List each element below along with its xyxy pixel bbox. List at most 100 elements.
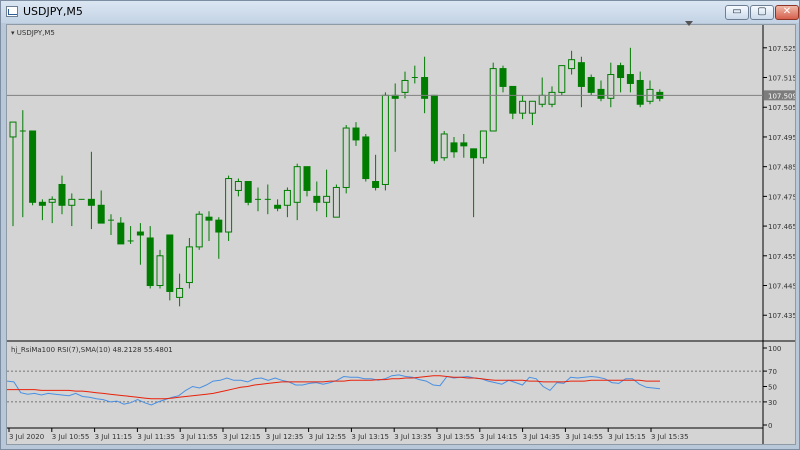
rsi-tick-label: 100 bbox=[768, 345, 781, 353]
time-tick-label: 3 Jul 15:15 bbox=[608, 433, 646, 441]
candle-down bbox=[146, 237, 154, 287]
candle-down bbox=[244, 181, 252, 203]
candle-down bbox=[205, 216, 213, 221]
candle-up bbox=[156, 255, 164, 287]
time-tick-label: 3 Jul 11:55 bbox=[180, 433, 218, 441]
price-chart-svg[interactable]: ▾ USDJPY,M5 hj_RsiMa100 RSI(7),SMA(10) 4… bbox=[7, 25, 795, 444]
candle-down bbox=[87, 198, 95, 206]
time-tick-label: 3 Jul 15:35 bbox=[651, 433, 689, 441]
time-tick-label: 3 Jul 11:15 bbox=[95, 433, 133, 441]
price-tick-label: 107.465 bbox=[768, 223, 795, 231]
candle-down bbox=[617, 65, 625, 79]
rsi-series-line bbox=[7, 375, 660, 400]
price-tick-label: 107.525 bbox=[768, 45, 795, 53]
candle-down bbox=[117, 222, 125, 245]
rsi-tick-label: 30 bbox=[768, 399, 777, 407]
chart-symbol-label: ▾ USDJPY,M5 bbox=[11, 29, 55, 37]
rsi-series-line bbox=[7, 374, 661, 406]
candle-up bbox=[519, 100, 527, 114]
candle-down bbox=[450, 142, 458, 153]
chart-area[interactable]: ▾ USDJPY,M5 hj_RsiMa100 RSI(7),SMA(10) 4… bbox=[6, 24, 796, 445]
time-tick-label: 3 Jul 14:55 bbox=[565, 433, 603, 441]
candle-down bbox=[97, 204, 105, 224]
candle-up bbox=[489, 68, 497, 132]
candle-up bbox=[538, 94, 546, 105]
candle-up bbox=[48, 198, 56, 203]
time-axis-labels: 3 Jul 2020 3 Jul 10:55 3 Jul 11:15 3 Jul 11… bbox=[8, 428, 689, 441]
candle-up bbox=[9, 121, 17, 138]
candle-down bbox=[166, 234, 174, 292]
window-title: USDJPY,M5 bbox=[23, 5, 83, 18]
candle-up bbox=[293, 166, 301, 203]
current-price-label: 107.509 bbox=[768, 92, 795, 100]
candle-down bbox=[215, 219, 223, 233]
symbol-text: USDJPY,M5 bbox=[17, 29, 55, 37]
candle-up bbox=[234, 181, 242, 191]
candle-down bbox=[597, 88, 605, 99]
time-tick-label: 3 Jul 13:15 bbox=[351, 433, 389, 441]
candle-down bbox=[372, 181, 380, 188]
candle-up bbox=[225, 178, 233, 233]
candle-down bbox=[499, 68, 507, 87]
price-tick-label: 107.495 bbox=[768, 134, 795, 142]
rsi-tick-label: 0 bbox=[768, 422, 772, 430]
price-tick-label: 107.475 bbox=[768, 193, 795, 201]
candle-up bbox=[342, 127, 350, 188]
rsi-tick-label: 70 bbox=[768, 368, 777, 376]
candle-up bbox=[568, 59, 576, 70]
chart-shift-marker-icon[interactable] bbox=[685, 21, 693, 26]
minimize-button[interactable]: ▭ bbox=[725, 5, 749, 20]
time-tick-label: 3 Jul 13:35 bbox=[394, 433, 432, 441]
candle-up bbox=[195, 213, 203, 248]
candle-up bbox=[176, 287, 184, 298]
time-tick-label: 3 Jul 12:55 bbox=[309, 433, 347, 441]
candle-down bbox=[460, 142, 468, 147]
candle-down bbox=[430, 94, 438, 162]
candle-up bbox=[323, 195, 331, 203]
time-tick-label: 3 Jul 14:35 bbox=[523, 433, 561, 441]
candle-down bbox=[352, 127, 360, 141]
price-tick-label: 107.515 bbox=[768, 75, 795, 83]
time-tick-label: 3 Jul 10:55 bbox=[52, 433, 90, 441]
candle-down bbox=[470, 148, 478, 159]
time-tick-label: 3 Jul 12:35 bbox=[266, 433, 304, 441]
candle-up bbox=[548, 91, 556, 105]
price-tick-label: 107.445 bbox=[768, 283, 795, 291]
candle-down bbox=[587, 77, 595, 93]
chart-window-icon bbox=[6, 6, 18, 17]
candle-up bbox=[332, 186, 340, 218]
time-tick-label: 3 Jul 12:15 bbox=[223, 433, 261, 441]
candle-down bbox=[636, 79, 644, 105]
price-tick-label: 107.435 bbox=[768, 312, 795, 320]
candle-up bbox=[479, 130, 487, 159]
time-tick-label: 3 Jul 14:15 bbox=[480, 433, 518, 441]
close-button[interactable]: ✕ bbox=[775, 5, 799, 20]
rsi-group: 100 70 50 30 0 bbox=[7, 345, 781, 430]
time-tick-label: 3 Jul 2020 bbox=[9, 433, 44, 441]
time-tick-label: 3 Jul 13:55 bbox=[437, 433, 475, 441]
candle-up bbox=[558, 65, 566, 93]
candle-down bbox=[29, 130, 37, 203]
candle-down bbox=[313, 195, 321, 203]
candle-up bbox=[401, 79, 409, 93]
window-titlebar[interactable]: USDJPY,M5 ▭ ▢ ✕ bbox=[1, 1, 799, 23]
rsi-tick-label: 50 bbox=[768, 384, 777, 392]
candle-down bbox=[626, 74, 634, 84]
chart-window: USDJPY,M5 ▭ ▢ ✕ ▾ USDJPY,M5 hj_RsiMa100 … bbox=[0, 0, 800, 450]
time-tick-label: 3 Jul 11:35 bbox=[137, 433, 175, 441]
candle-up bbox=[440, 133, 448, 159]
candle-up bbox=[607, 74, 615, 99]
candle-down bbox=[58, 183, 66, 206]
candle-down bbox=[38, 201, 46, 206]
maximize-button[interactable]: ▢ bbox=[750, 5, 774, 20]
candle-up bbox=[528, 100, 536, 114]
candle-up bbox=[381, 94, 389, 185]
candle-up bbox=[68, 198, 76, 206]
price-tick-label: 107.455 bbox=[768, 253, 795, 261]
price-tick-label: 107.505 bbox=[768, 104, 795, 112]
candle-down bbox=[136, 231, 144, 236]
candle-up bbox=[283, 189, 291, 206]
candle-down bbox=[509, 85, 517, 114]
candle-down bbox=[274, 204, 282, 209]
candle-down bbox=[303, 166, 311, 191]
